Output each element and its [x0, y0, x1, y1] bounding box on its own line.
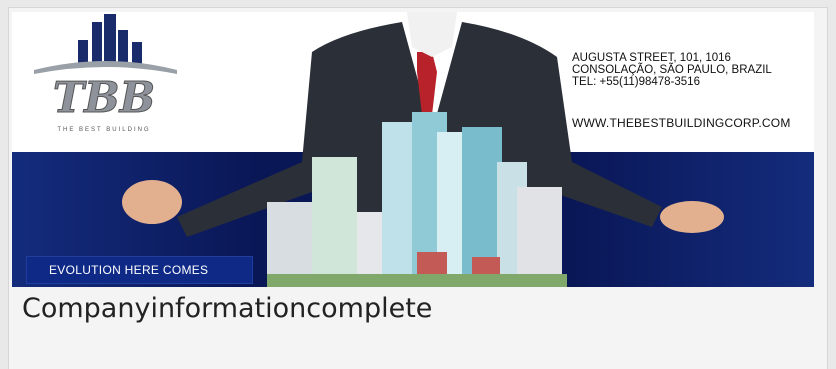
phone-line: TEL: +55(11)98478-3516: [572, 76, 700, 88]
address-line: AUGUSTA STREET, 101, 1016: [572, 52, 731, 64]
slogan-box: EVOLUTION HERE COMES: [26, 256, 253, 284]
company-banner-image: TBB THE BEST BUILDING AUGUSTA STREET, 10…: [12, 12, 814, 287]
website-text: WWW.THEBESTBUILDINGCORP.COM: [572, 116, 791, 130]
svg-text:THE BEST BUILDING: THE BEST BUILDING: [57, 127, 150, 133]
address-line: CONSOLAÇÃO, SÃO PAULO, BRAZIL: [572, 64, 772, 76]
slogan-text: EVOLUTION HERE COMES: [49, 263, 209, 277]
address-block: AUGUSTA STREET, 101, 1016 CONSOLAÇÃO, SÃ…: [572, 52, 772, 88]
logo-letters-graphic: TBB: [53, 73, 155, 122]
company-caption: Companyinformationcomplete: [22, 293, 433, 324]
tbb-logo: TBB THE BEST BUILDING: [34, 14, 177, 133]
